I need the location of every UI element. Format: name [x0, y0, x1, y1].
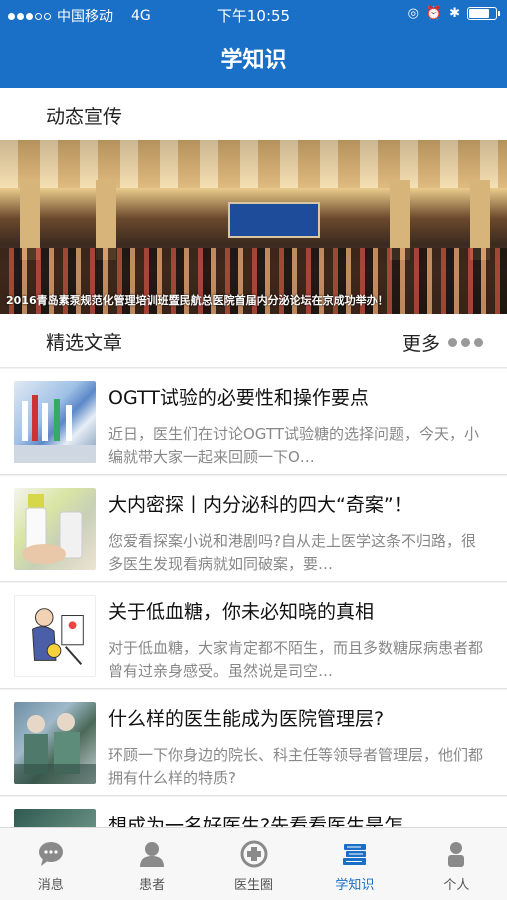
- article-item[interactable]: 关于低血糖，你未必知晓的真相 对于低血糖，大家肯定都不陌生，而且多数糖尿病患者都…: [0, 583, 507, 689]
- banner-ceiling: [0, 140, 507, 188]
- tab-doctor-circle[interactable]: 医生圈: [203, 828, 304, 900]
- article-item[interactable]: 想成为一名好医生?先看看医生是怎: [0, 797, 507, 827]
- tab-bar: 消息 患者 医生圈 学知识 个人: [0, 827, 507, 900]
- battery-icon: [467, 7, 500, 20]
- tab-messages[interactable]: 消息: [0, 828, 101, 900]
- article-item[interactable]: 什么样的医生能成为医院管理层? 环顾一下你身边的院长、科主任等领导者管理层，他们…: [0, 690, 507, 796]
- article-title: 大内密探丨内分泌科的四大“奇案”！: [108, 494, 413, 516]
- person-bust-icon: [140, 842, 165, 867]
- article-title: 什么样的医生能成为医院管理层?: [108, 708, 385, 730]
- tab-patients[interactable]: 患者: [101, 828, 202, 900]
- news-section-header: 动态宣传: [0, 88, 507, 140]
- profile-icon: [448, 842, 465, 867]
- news-section-label: 动态宣传: [46, 106, 123, 128]
- news-banner[interactable]: 2016青岛素泵规范化管理培训班暨民航总医院首届内分泌论坛在京成功举办！: [0, 140, 507, 314]
- article-summary: 环顾一下你身边的院长、科主任等领导者管理层，他们都拥有什么样的特质?: [108, 746, 484, 787]
- article-title: OGTT试验的必要性和操作要点: [108, 387, 369, 409]
- ellipsis-icon: [448, 338, 483, 347]
- tab-label: 医生圈: [234, 878, 274, 893]
- tab-profile[interactable]: 个人: [406, 828, 507, 900]
- article-title: 关于低血糖，你未必知晓的真相: [108, 601, 375, 623]
- more-button[interactable]: 更多: [402, 329, 483, 356]
- bluetooth-icon: ✱: [449, 6, 460, 21]
- status-bar: 中国移动 4G 下午10:55 ◎ ⏰ ✱: [0, 0, 507, 28]
- banner-projector-screen: [228, 202, 320, 238]
- tab-learn[interactable]: 学知识: [304, 828, 405, 900]
- article-summary: 近日，医生们在讨论OGTT试验糖的选择问题，今天，小编就带大家一起来回顾一下O…: [108, 425, 479, 466]
- article-thumbnail: [14, 381, 96, 463]
- banner-caption: 2016青岛素泵规范化管理培训班暨民航总医院首届内分泌论坛在京成功举办！: [6, 294, 389, 307]
- article-summary: 对于低血糖，大家肯定都不陌生，而且多数糖尿病患者都曾有过亲身感受。虽然说是司空…: [108, 639, 484, 680]
- books-icon: [342, 844, 366, 865]
- article-thumbnail: [14, 488, 96, 570]
- tab-label: 学知识: [335, 878, 375, 893]
- article-summary: 您爱看探案小说和港剧吗?自从走上医学这条不归路，很多医生发现看病就如同破案，要…: [108, 532, 476, 573]
- top-bar: 中国移动 4G 下午10:55 ◎ ⏰ ✱ 学知识: [0, 0, 507, 88]
- chat-bubble-icon: [38, 842, 63, 866]
- page-title: 学知识: [220, 48, 287, 73]
- articles-section-label: 精选文章: [46, 332, 123, 354]
- doctor-circle-icon: [240, 840, 268, 868]
- more-label: 更多: [401, 333, 440, 355]
- article-thumbnail: [14, 595, 96, 677]
- articles-section-header: 精选文章 更多: [0, 314, 507, 368]
- lock-rotation-icon: ◎: [407, 6, 419, 21]
- article-thumbnail: [14, 809, 96, 827]
- tab-label: 消息: [37, 878, 64, 893]
- article-item[interactable]: 大内密探丨内分泌科的四大“奇案”！ 您爱看探案小说和港剧吗?自从走上医学这条不归…: [0, 476, 507, 582]
- article-list[interactable]: OGTT试验的必要性和操作要点 近日，医生们在讨论OGTT试验糖的选择问题，今天…: [0, 369, 507, 827]
- tab-label: 个人: [443, 878, 470, 893]
- article-thumbnail: [14, 702, 96, 784]
- alarm-icon: ⏰: [425, 6, 443, 21]
- article-item[interactable]: OGTT试验的必要性和操作要点 近日，医生们在讨论OGTT试验糖的选择问题，今天…: [0, 369, 507, 475]
- article-title: 想成为一名好医生?先看看医生是怎: [108, 815, 404, 827]
- tab-label: 患者: [139, 878, 166, 893]
